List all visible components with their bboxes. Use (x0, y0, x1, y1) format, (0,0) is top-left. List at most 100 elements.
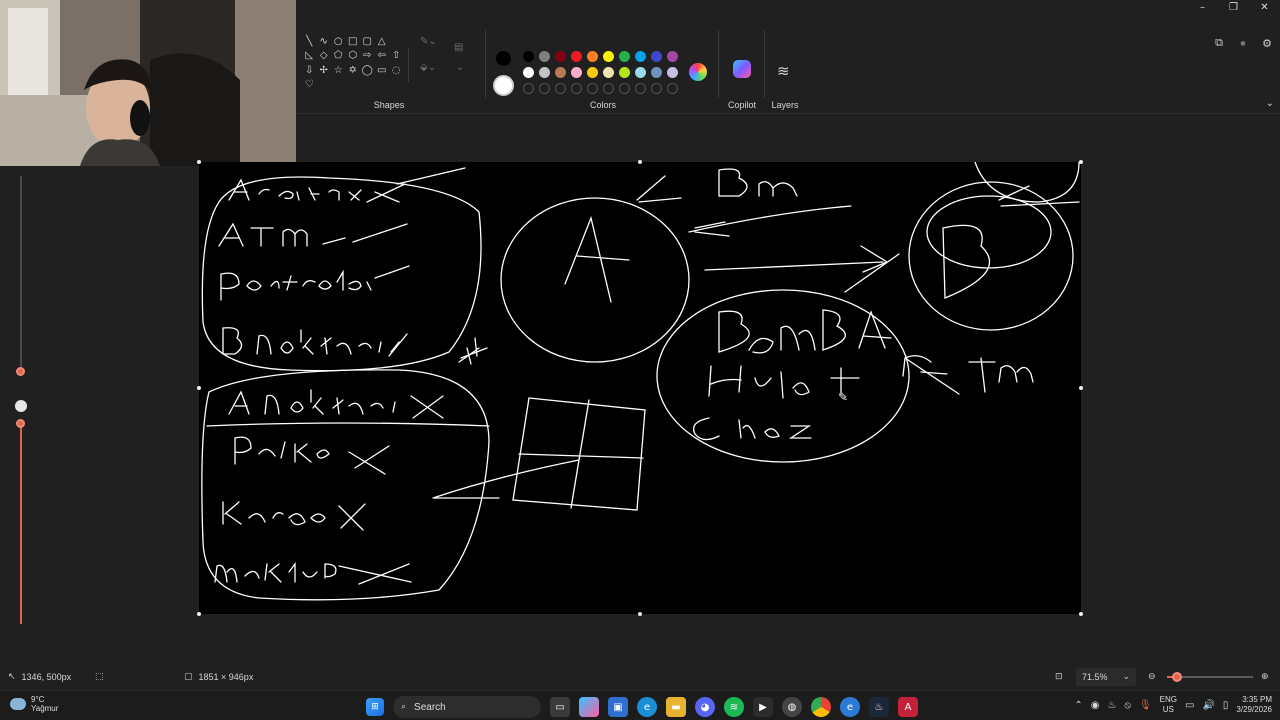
battery-icon[interactable]: ▯ (1223, 700, 1229, 711)
language-indicator[interactable]: ENG US (1160, 695, 1177, 715)
zoom-dropdown[interactable]: 71.5% ⌄ (1076, 668, 1136, 686)
steam-tray-icon[interactable]: ♨ (1107, 700, 1116, 711)
shape-option[interactable]: ⬠ (331, 49, 346, 64)
opacity-slider-knob[interactable] (16, 419, 25, 428)
shape-option[interactable]: ▭ (375, 63, 390, 78)
chrome-icon[interactable] (811, 697, 831, 717)
fill-icon[interactable]: ⬙⌄ (420, 62, 436, 73)
shape-option[interactable] (389, 34, 404, 49)
shape-option[interactable]: ☆ (331, 63, 346, 78)
shape-option[interactable] (375, 78, 390, 93)
shape-option[interactable]: ○ (331, 34, 346, 49)
resize-handle-right[interactable] (1079, 386, 1083, 390)
custom-color-slot[interactable] (539, 83, 550, 94)
color-swatch[interactable] (635, 67, 646, 78)
resize-handle-bottom-left[interactable] (197, 612, 201, 616)
custom-color-slot[interactable] (523, 83, 534, 94)
color-swatch[interactable] (587, 51, 598, 62)
copilot-icon[interactable] (733, 60, 751, 78)
custom-color-slot[interactable] (667, 83, 678, 94)
vpn-icon[interactable]: ◉ (1091, 700, 1100, 711)
shape-option[interactable]: ∿ (317, 34, 332, 49)
network-off-icon[interactable]: ⦸ (1124, 700, 1131, 711)
terminal-icon[interactable]: ▶ (753, 697, 773, 717)
shape-option[interactable] (331, 78, 346, 93)
layers-label[interactable]: Layers (768, 100, 802, 110)
zoom-slider-knob[interactable] (1172, 672, 1183, 682)
color-swatch[interactable] (667, 51, 678, 62)
custom-color-slot[interactable] (587, 83, 598, 94)
color-swatch[interactable] (523, 67, 534, 78)
fit-to-window-icon[interactable]: ⊡ (1055, 672, 1063, 682)
store-icon[interactable]: ▣ (608, 697, 628, 717)
custom-color-slot[interactable] (635, 83, 646, 94)
color-swatch[interactable] (539, 51, 550, 62)
custom-color-slot[interactable] (555, 83, 566, 94)
color-swatch[interactable] (571, 51, 582, 62)
shape-option[interactable]: ♡ (302, 78, 317, 93)
color-swatch[interactable] (619, 51, 630, 62)
color-swatch[interactable] (603, 51, 614, 62)
zoom-out-icon[interactable]: ⊖ (1148, 672, 1156, 682)
resize-handle-top-right[interactable] (1079, 160, 1083, 164)
minimize-button[interactable]: – (1187, 0, 1218, 14)
secondary-color-swatch[interactable] (493, 75, 514, 96)
obs-icon[interactable]: ◍ (782, 697, 802, 717)
shape-option[interactable]: ◺ (302, 49, 317, 64)
shape-option[interactable]: ⇩ (302, 63, 317, 78)
share-icon[interactable]: ⧉ (1212, 36, 1226, 50)
shape-option[interactable]: ◌ (389, 63, 404, 78)
shape-option[interactable] (360, 78, 375, 93)
copilot-label[interactable]: Copilot (722, 100, 762, 110)
color-swatch[interactable] (651, 67, 662, 78)
custom-color-slot[interactable] (651, 83, 662, 94)
shape-scroll-up-icon[interactable]: ▤ (454, 42, 463, 53)
brush-size-slider-knob[interactable] (16, 367, 25, 376)
shape-option[interactable]: ✢ (317, 63, 332, 78)
close-button[interactable]: ✕ (1249, 0, 1280, 14)
resize-handle-top-left[interactable] (197, 160, 201, 164)
shape-option[interactable]: ⬡ (346, 49, 361, 64)
opacity-slider[interactable] (20, 424, 22, 624)
display-icon[interactable]: ▭ (1185, 700, 1194, 711)
copilot-taskbar-icon[interactable] (579, 697, 599, 717)
resize-handle-top[interactable] (638, 160, 642, 164)
shape-scroll-down-icon[interactable]: ⌄ (456, 62, 464, 73)
primary-color-swatch[interactable] (496, 51, 511, 66)
shape-option[interactable]: ╲ (302, 34, 317, 49)
edge-icon[interactable]: e (637, 697, 657, 717)
color-swatch[interactable] (571, 67, 582, 78)
color-swatch[interactable] (667, 67, 678, 78)
color-swatch[interactable] (619, 67, 630, 78)
shape-option[interactable] (346, 78, 361, 93)
color-swatch[interactable] (587, 67, 598, 78)
custom-color-slot[interactable] (619, 83, 630, 94)
microphone-icon[interactable]: 🎙 (1139, 700, 1152, 711)
task-view-icon[interactable]: ▭ (550, 697, 570, 717)
acrobat-icon[interactable]: A (898, 697, 918, 717)
shape-option[interactable]: ⇧ (389, 49, 404, 64)
resize-handle-left[interactable] (197, 386, 201, 390)
shape-option[interactable] (389, 78, 404, 93)
drawing-canvas[interactable] (197, 160, 1083, 616)
steam-icon[interactable]: ♨ (869, 697, 889, 717)
brush-size-slider[interactable] (20, 176, 22, 372)
ribbon-expand-chevron-icon[interactable]: ⌄ (1266, 98, 1274, 109)
edit-colors-icon[interactable] (689, 63, 707, 81)
edge-browser-icon[interactable]: e (840, 697, 860, 717)
volume-icon[interactable]: 🔊 (1202, 700, 1214, 711)
start-button[interactable]: ⊞ (366, 698, 384, 716)
color-swatch[interactable] (555, 51, 566, 62)
color-swatch[interactable] (651, 51, 662, 62)
notifications-icon[interactable]: ● (1236, 36, 1250, 50)
shape-option[interactable]: ◯ (360, 63, 375, 78)
color-swatch[interactable] (523, 51, 534, 62)
shape-option[interactable]: ▢ (360, 34, 375, 49)
resize-handle-bottom-right[interactable] (1079, 612, 1083, 616)
color-swatch[interactable] (539, 67, 550, 78)
shape-option[interactable]: △ (375, 34, 390, 49)
resize-handle-bottom[interactable] (638, 612, 642, 616)
custom-color-slot[interactable] (603, 83, 614, 94)
shape-option[interactable] (317, 78, 332, 93)
shape-option[interactable]: □ (346, 34, 361, 49)
